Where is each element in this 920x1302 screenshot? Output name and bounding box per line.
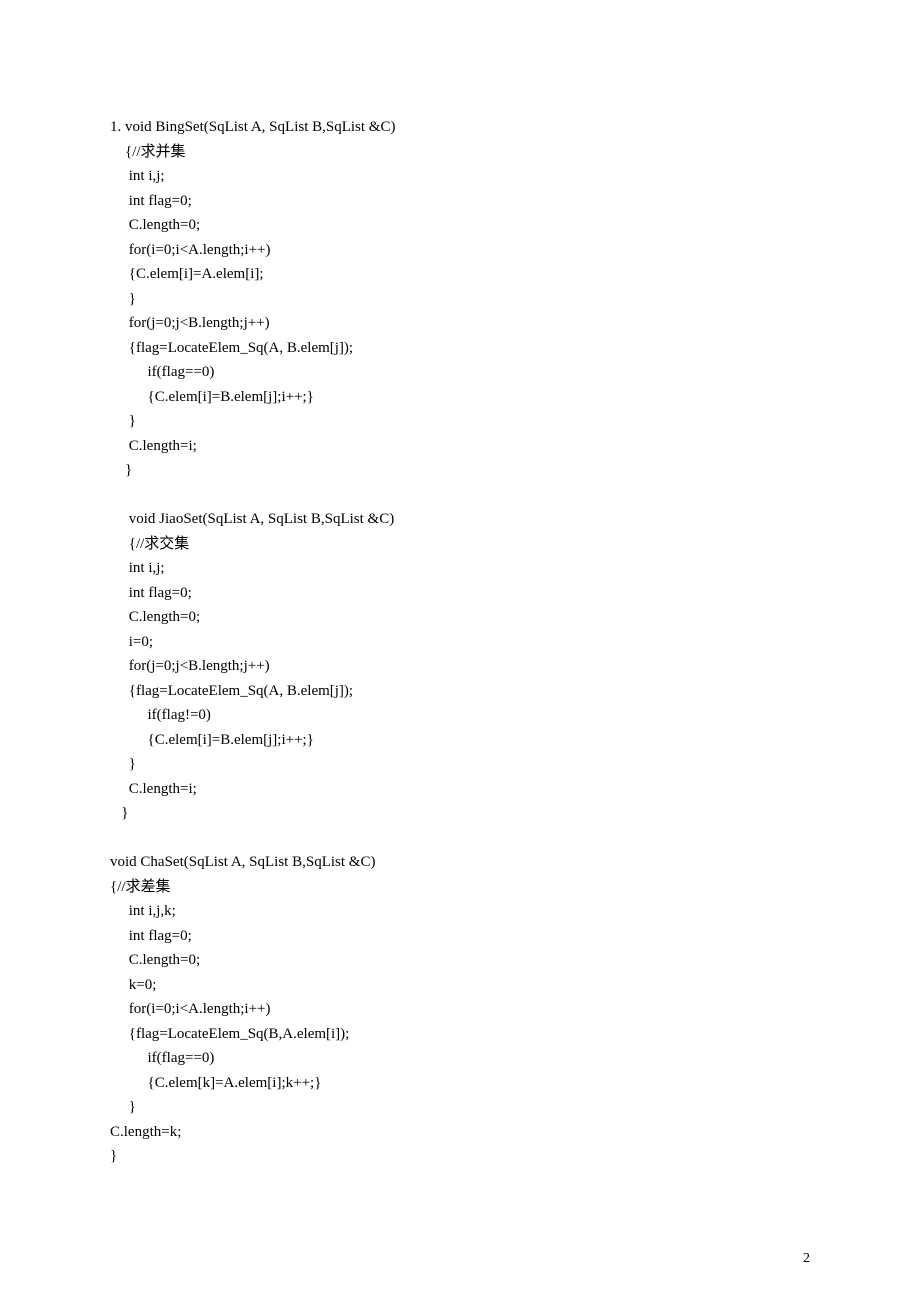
code-line: for(i=0;i<A.length;i++) bbox=[110, 238, 810, 263]
code-line: {C.elem[i]=A.elem[i]; bbox=[110, 262, 810, 287]
code-line: C.length=i; bbox=[110, 434, 810, 459]
code-line: {//求交集 bbox=[110, 532, 810, 557]
page-number: 2 bbox=[803, 1251, 810, 1267]
code-line bbox=[110, 483, 810, 508]
code-line: {C.elem[i]=B.elem[j];i++;} bbox=[110, 385, 810, 410]
code-line: {//求并集 bbox=[110, 140, 810, 165]
code-line: C.length=i; bbox=[110, 777, 810, 802]
code-line: {flag=LocateElem_Sq(B,A.elem[i]); bbox=[110, 1022, 810, 1047]
code-line: } bbox=[110, 458, 810, 483]
code-line: C.length=0; bbox=[110, 948, 810, 973]
code-line: {flag=LocateElem_Sq(A, B.elem[j]); bbox=[110, 336, 810, 361]
code-line: int i,j; bbox=[110, 164, 810, 189]
code-line: int i,j,k; bbox=[110, 899, 810, 924]
code-line: } bbox=[110, 752, 810, 777]
code-line: {//求差集 bbox=[110, 875, 810, 900]
code-line: int i,j; bbox=[110, 556, 810, 581]
code-line: } bbox=[110, 409, 810, 434]
code-line: int flag=0; bbox=[110, 924, 810, 949]
code-line: if(flag==0) bbox=[110, 1046, 810, 1071]
code-line: for(i=0;i<A.length;i++) bbox=[110, 997, 810, 1022]
code-listing: 1. void BingSet(SqList A, SqList B,SqLis… bbox=[110, 115, 810, 1169]
code-line: {flag=LocateElem_Sq(A, B.elem[j]); bbox=[110, 679, 810, 704]
code-line: void JiaoSet(SqList A, SqList B,SqList &… bbox=[110, 507, 810, 532]
code-line: for(j=0;j<B.length;j++) bbox=[110, 654, 810, 679]
code-line: void ChaSet(SqList A, SqList B,SqList &C… bbox=[110, 850, 810, 875]
code-line: for(j=0;j<B.length;j++) bbox=[110, 311, 810, 336]
code-line: C.length=0; bbox=[110, 213, 810, 238]
code-line: C.length=k; bbox=[110, 1120, 810, 1145]
code-line: } bbox=[110, 801, 810, 826]
code-line: int flag=0; bbox=[110, 189, 810, 214]
code-line: k=0; bbox=[110, 973, 810, 998]
code-line: {C.elem[i]=B.elem[j];i++;} bbox=[110, 728, 810, 753]
code-line: } bbox=[110, 1095, 810, 1120]
code-line: {C.elem[k]=A.elem[i];k++;} bbox=[110, 1071, 810, 1096]
code-line: } bbox=[110, 1144, 810, 1169]
code-line: int flag=0; bbox=[110, 581, 810, 606]
code-line: 1. void BingSet(SqList A, SqList B,SqLis… bbox=[110, 115, 810, 140]
code-line: } bbox=[110, 287, 810, 312]
code-line: C.length=0; bbox=[110, 605, 810, 630]
document-page: 1. void BingSet(SqList A, SqList B,SqLis… bbox=[0, 0, 920, 1169]
code-line: i=0; bbox=[110, 630, 810, 655]
code-line: if(flag!=0) bbox=[110, 703, 810, 728]
code-line bbox=[110, 826, 810, 851]
code-line: if(flag==0) bbox=[110, 360, 810, 385]
